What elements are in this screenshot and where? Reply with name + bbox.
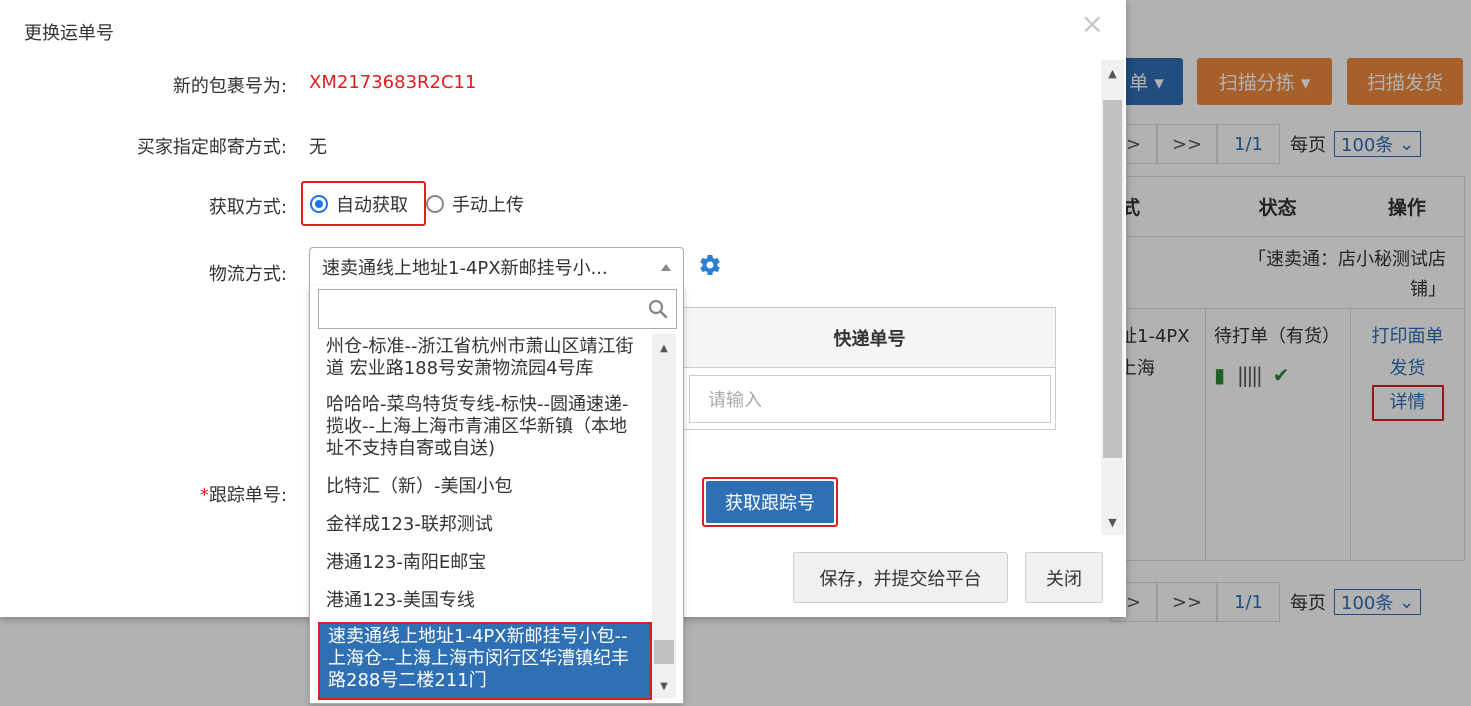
logistics-select[interactable]: 速卖通线上地址1-4PX新邮挂号小... — [309, 247, 684, 287]
new-package-label: 新的包裹号为: — [172, 76, 287, 97]
dropdown-option-selected[interactable]: 速卖通线上地址1-4PX新邮挂号小包--上海仓--上海上海市闵行区华漕镇纪丰路2… — [318, 622, 652, 700]
dropdown-options: 州仓-标准--浙江省杭州市萧山区靖江街道 宏业路188号安萧物流园4号库 哈哈哈… — [318, 334, 652, 700]
scroll-down-icon[interactable]: ▼ — [652, 676, 676, 696]
tracking-label: *跟踪单号: — [200, 481, 287, 507]
close-button[interactable]: 关闭 — [1025, 552, 1103, 603]
logistics-dropdown: 州仓-标准--浙江省杭州市萧山区靖江街道 宏业路188号安萧物流园4号库 哈哈哈… — [309, 286, 684, 704]
dropdown-option[interactable]: 哈哈哈-菜鸟特货专线-标快--圆通速递-揽收--上海上海市青浦区华新镇（本地址不… — [318, 386, 652, 466]
caret-up-icon — [661, 263, 671, 271]
tracking-number-input[interactable]: 请输入 — [689, 375, 1051, 423]
get-tracking-button[interactable]: 获取跟踪号 — [706, 481, 834, 523]
tracking-label-text: 跟踪单号: — [208, 485, 287, 506]
tracking-table: 快递单号 请输入 — [683, 307, 1056, 430]
modal-title: 更换运单号 — [24, 23, 114, 44]
search-icon — [648, 299, 668, 319]
logistics-label: 物流方式: — [208, 264, 287, 285]
dropdown-option[interactable]: 比特汇（新）-美国小包 — [318, 466, 652, 504]
dropdown-scrollbar[interactable]: ▲ ▼ — [652, 334, 676, 698]
scroll-thumb[interactable] — [1103, 100, 1122, 458]
radio-auto[interactable]: 自动获取 — [301, 181, 426, 226]
gear-icon[interactable] — [698, 253, 722, 277]
radio-checked-icon[interactable] — [310, 194, 328, 213]
scroll-up-icon[interactable]: ▲ — [652, 338, 676, 358]
scroll-up-icon[interactable]: ▲ — [1101, 62, 1124, 84]
scroll-thumb[interactable] — [654, 640, 674, 664]
radio-unchecked-icon[interactable] — [426, 194, 444, 213]
radio-manual[interactable]: 手动上传 — [426, 181, 540, 226]
modal-scrollbar[interactable]: ▲ ▼ — [1101, 60, 1124, 535]
radio-manual-label: 手动上传 — [452, 194, 524, 216]
logistics-selected-value: 速卖通线上地址1-4PX新邮挂号小... — [322, 258, 608, 279]
scroll-down-icon[interactable]: ▼ — [1101, 511, 1124, 533]
dropdown-option[interactable]: 港通123-美国专线 — [318, 580, 652, 618]
buyer-method-label: 买家指定邮寄方式: — [136, 137, 287, 158]
new-package-value: XM2173683R2C11 — [309, 72, 477, 93]
acquire-method-radios: 自动获取 手动上传 — [301, 181, 540, 226]
save-submit-button[interactable]: 保存，并提交给平台 — [793, 552, 1008, 603]
dropdown-option[interactable]: 港通123-南阳E邮宝 — [318, 542, 652, 580]
dropdown-search-input[interactable] — [318, 289, 677, 329]
acquire-method-label: 获取方式: — [208, 197, 287, 218]
dropdown-option[interactable]: 州仓-标准--浙江省杭州市萧山区靖江街道 宏业路188号安萧物流园4号库 — [318, 334, 652, 386]
dropdown-option[interactable]: 金祥成123-联邦测试 — [318, 504, 652, 542]
close-icon[interactable]: × — [1081, 10, 1104, 38]
radio-auto-label: 自动获取 — [336, 194, 408, 216]
get-tracking-button-highlight: 获取跟踪号 — [702, 477, 838, 527]
tracking-table-header: 快递单号 — [684, 308, 1055, 368]
buyer-method-value: 无 — [309, 137, 327, 158]
required-mark: * — [199, 485, 209, 506]
